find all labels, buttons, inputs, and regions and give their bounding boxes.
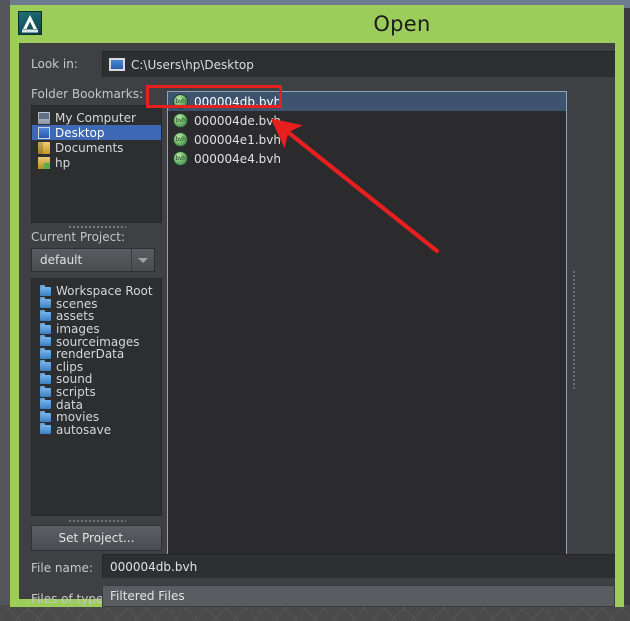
- project-folder-item[interactable]: clips: [32, 360, 161, 374]
- file-list-item[interactable]: bvh 000004de.bvh: [168, 111, 566, 130]
- bookmark-item-label: Documents: [55, 140, 124, 155]
- set-project-button[interactable]: Set Project...: [31, 525, 162, 551]
- folder-icon: [40, 372, 51, 384]
- file-name-input[interactable]: 000004db.bvh: [102, 554, 615, 578]
- project-folder-item[interactable]: sourceimages: [32, 335, 161, 349]
- file-list-item-label: 000004de.bvh: [194, 113, 281, 128]
- bookmark-item[interactable]: Desktop: [32, 125, 161, 140]
- current-project-value: default: [40, 253, 83, 267]
- desktop-backdrop-bottom: [0, 605, 630, 621]
- file-list-panel[interactable]: bvh 000004db.bvh bvh 000004de.bvh bvh 000004e…: [167, 91, 567, 568]
- folder-icon: [38, 141, 50, 154]
- bvh-file-icon: bvh: [173, 132, 188, 147]
- folder-icon: [40, 385, 51, 397]
- folder-icon: [40, 335, 51, 347]
- folder-icon: [40, 410, 51, 422]
- dialog-title: Open: [373, 12, 431, 36]
- file-list-item-label: 000004e4.bvh: [194, 151, 281, 166]
- open-file-dialog: Open Look in: C:\Users\hp\Desktop Folder…: [10, 5, 624, 607]
- bookmark-item-label: My Computer: [55, 110, 136, 125]
- folder-icon: [40, 284, 51, 296]
- lookin-row: Look in: C:\Users\hp\Desktop: [19, 51, 615, 79]
- file-name-value: 000004db.bvh: [110, 559, 198, 574]
- dialog-titlebar: Open: [10, 5, 624, 43]
- file-name-label: File name:: [31, 561, 93, 575]
- bvh-file-icon: bvh: [173, 151, 188, 166]
- lookin-label: Look in:: [31, 57, 78, 71]
- user-folder-icon: [38, 156, 50, 169]
- folder-bookmarks-label: Folder Bookmarks:: [31, 87, 143, 101]
- folder-icon: [40, 360, 51, 372]
- project-folder-item[interactable]: sound: [32, 372, 161, 386]
- folder-icon: [40, 309, 51, 321]
- folder-icon: [40, 398, 51, 410]
- folder-bookmarks-list[interactable]: My Computer Desktop Documents hp: [31, 105, 162, 223]
- panel-splitter-vertical[interactable]: [570, 91, 577, 568]
- files-of-type-dropdown[interactable]: Filtered Files: [102, 585, 615, 607]
- bookmark-item[interactable]: My Computer: [32, 110, 161, 125]
- project-folder-item[interactable]: renderData: [32, 347, 161, 361]
- file-list-item-label: 000004e1.bvh: [194, 132, 281, 147]
- bookmark-item-label: Desktop: [55, 125, 105, 140]
- bookmark-item[interactable]: Documents: [32, 140, 161, 155]
- bookmarks-splitter[interactable]: [31, 223, 162, 230]
- current-project-label: Current Project:: [31, 230, 125, 244]
- folder-icon: [40, 347, 51, 359]
- bookmark-item-label: hp: [55, 155, 71, 170]
- file-list-item[interactable]: bvh 000004e1.bvh: [168, 130, 566, 149]
- monitor-icon: [109, 58, 125, 71]
- folders-splitter[interactable]: [31, 516, 162, 525]
- current-project-dropdown[interactable]: default: [31, 248, 155, 272]
- desktop-icon: [38, 126, 50, 139]
- files-of-type-value: Filtered Files: [110, 589, 185, 603]
- chevron-down-icon[interactable]: [131, 249, 154, 271]
- bvh-file-icon: bvh: [173, 94, 188, 109]
- project-folders-list[interactable]: Workspace Root scenes assets images sourceim…: [31, 278, 162, 516]
- project-folder-item[interactable]: data: [32, 398, 161, 412]
- desktop-backdrop-left: [0, 0, 10, 621]
- project-folder-label: autosave: [56, 422, 112, 437]
- project-folder-item[interactable]: movies: [32, 410, 161, 424]
- lookin-path-field[interactable]: C:\Users\hp\Desktop: [102, 51, 615, 77]
- folder-icon: [40, 322, 51, 334]
- project-folder-item[interactable]: Workspace Root: [32, 284, 161, 298]
- folder-icon: [40, 423, 51, 435]
- screenshot-root: Open Look in: C:\Users\hp\Desktop Folder…: [0, 0, 630, 621]
- left-column: Folder Bookmarks: My Computer Desktop Docu…: [31, 87, 162, 551]
- file-list-item[interactable]: bvh 000004e4.bvh: [168, 149, 566, 168]
- project-folder-item[interactable]: images: [32, 322, 161, 336]
- dialog-body: Look in: C:\Users\hp\Desktop Folder Book…: [19, 43, 615, 607]
- bookmark-item[interactable]: hp: [32, 155, 161, 170]
- lookin-path-text: C:\Users\hp\Desktop: [131, 57, 254, 72]
- computer-icon: [38, 111, 50, 124]
- bvh-file-icon: bvh: [173, 113, 188, 128]
- project-folder-item[interactable]: scripts: [32, 385, 161, 399]
- folder-icon: [40, 297, 51, 309]
- file-list-item[interactable]: bvh 000004db.bvh: [168, 92, 566, 111]
- project-folder-item[interactable]: assets: [32, 309, 161, 323]
- file-list-item-label: 000004db.bvh: [194, 94, 282, 109]
- files-of-type-label: Files of type:: [31, 592, 108, 606]
- project-folder-item[interactable]: autosave: [32, 422, 161, 437]
- project-folder-item[interactable]: scenes: [32, 297, 161, 311]
